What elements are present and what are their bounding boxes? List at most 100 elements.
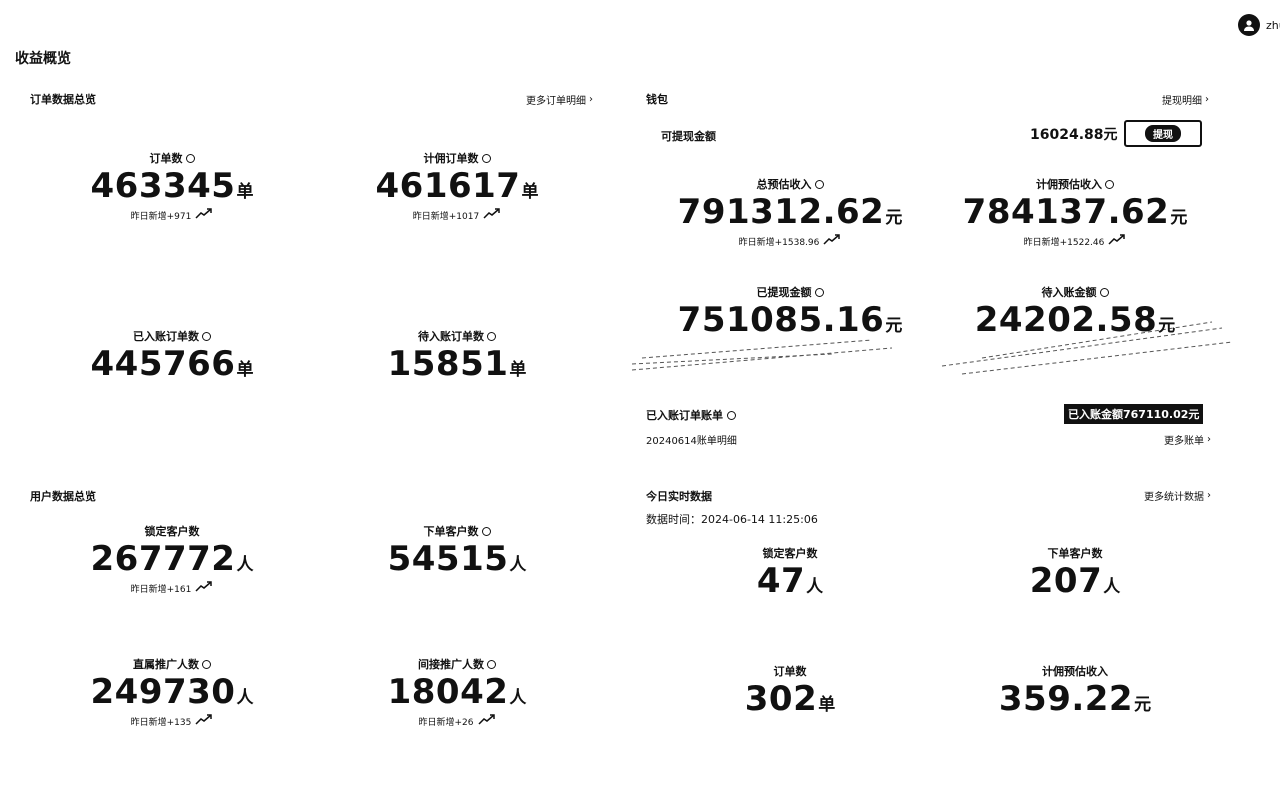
more-bills-link[interactable]: 更多账单 ›	[1164, 432, 1211, 447]
stat-value: 445766	[90, 344, 236, 384]
info-icon[interactable]	[814, 179, 824, 189]
withdrawable-label: 可提现金额	[661, 130, 716, 143]
trend-up-icon	[477, 714, 496, 728]
chevron-right-icon: ›	[589, 94, 593, 105]
stat-unit: 元	[1170, 208, 1188, 228]
stat-label: 间接推广人数	[418, 658, 484, 671]
user-menu[interactable]: zhu	[1238, 14, 1280, 36]
stat-unit: 元	[885, 316, 903, 336]
stat-value: 463345	[90, 166, 236, 206]
stat-today-orders: 订单数 302 单	[640, 663, 940, 719]
avatar[interactable]	[1238, 14, 1260, 36]
info-icon[interactable]	[487, 659, 496, 669]
stat-unit: 人	[236, 688, 254, 708]
yesterday-increase: 昨日新增+1017	[412, 211, 480, 222]
user-icon	[1244, 20, 1254, 31]
stat-unit: 人	[236, 555, 254, 575]
stat-commission-estimated-income: 计佣预估收入 784137.62 元 昨日新增+1522.46	[925, 176, 1225, 248]
stat-settled-order-count: 已入账订单数 445766 单	[22, 328, 322, 384]
wallet-section-title: 钱包	[646, 93, 668, 106]
chevron-right-icon: ›	[1207, 434, 1211, 445]
stat-value: 751085.16	[677, 300, 885, 340]
info-icon[interactable]	[1099, 287, 1109, 297]
stat-value: 15851	[387, 344, 509, 384]
stat-label: 锁定客户数	[144, 525, 200, 538]
more-order-details-link[interactable]: 更多订单明细 ›	[526, 92, 593, 107]
yesterday-increase: 昨日新增+1538.96	[738, 237, 820, 248]
withdrawable-amount: 16024.88元	[1030, 127, 1118, 143]
stat-unit: 人	[806, 577, 824, 597]
bill-detail-link[interactable]: 20240614账单明细	[646, 432, 737, 447]
stat-label: 计佣订单数	[423, 152, 479, 165]
stat-unit: 单	[818, 695, 836, 715]
settled-bill-title: 已入账订单账单	[646, 407, 736, 423]
withdraw-details-label: 提现明细	[1162, 96, 1202, 107]
stat-value: 461617	[375, 166, 521, 206]
info-icon[interactable]	[727, 410, 736, 420]
stat-pending-amount: 待入账金额 24202.58 元	[925, 284, 1225, 340]
data-time-value: 2024-06-14 11:25:06	[701, 513, 818, 526]
stat-unit: 单	[509, 360, 527, 380]
order-section-title: 订单数据总览	[30, 93, 96, 106]
stat-unit: 单	[521, 182, 539, 202]
yesterday-increase: 昨日新增+135	[130, 717, 192, 728]
stat-unit: 单	[236, 182, 254, 202]
stat-value: 24202.58	[974, 300, 1158, 340]
stat-unit: 人	[509, 688, 527, 708]
stat-today-commission-income: 计佣预估收入 359.22 元	[925, 663, 1225, 719]
trend-up-icon	[1108, 234, 1126, 248]
user-section-title: 用户数据总览	[30, 490, 96, 503]
withdraw-details-link[interactable]: 提现明细 ›	[1162, 92, 1209, 107]
stat-label: 待入账金额	[1041, 286, 1097, 299]
stat-unit: 人	[509, 555, 527, 575]
stat-label: 计佣预估收入	[1036, 178, 1102, 191]
trend-up-icon	[195, 714, 213, 728]
stat-value: 302	[744, 679, 818, 719]
stat-label: 已提现金额	[756, 286, 812, 299]
info-icon[interactable]	[1105, 179, 1114, 189]
info-icon[interactable]	[481, 526, 491, 536]
stat-ordering-customers: 下单客户数 54515 人	[307, 523, 607, 579]
stat-locked-customers: 锁定客户数 267772 人 昨日新增+161	[22, 523, 322, 595]
stat-unit: 元	[885, 208, 903, 228]
stat-value: 18042	[387, 672, 509, 712]
stat-unit: 单	[236, 360, 254, 380]
stat-today-locked-customers: 锁定客户数 47 人	[640, 545, 940, 601]
stat-value: 791312.62	[677, 192, 885, 232]
data-time: 数据时间：2024-06-14 11:25:06	[646, 511, 818, 527]
more-stats-label: 更多统计数据	[1144, 492, 1204, 503]
stat-label: 直属推广人数	[133, 658, 199, 671]
yesterday-increase: 昨日新增+161	[130, 584, 192, 595]
stat-pending-order-count: 待入账订单数 15851 单	[307, 328, 607, 384]
withdraw-button-label: 提现	[1145, 125, 1181, 142]
settled-bill-title-text: 已入账订单账单	[646, 409, 723, 422]
info-icon[interactable]	[481, 153, 491, 163]
stat-value: 207	[1029, 561, 1103, 601]
info-icon[interactable]	[185, 153, 195, 163]
info-icon[interactable]	[202, 659, 211, 669]
stat-value: 47	[756, 561, 806, 601]
stat-order-count: 订单数 463345 单 昨日新增+971	[22, 150, 322, 222]
yesterday-increase: 昨日新增+1522.46	[1023, 237, 1105, 248]
info-icon[interactable]	[202, 331, 211, 341]
stat-label: 已入账订单数	[133, 330, 199, 343]
page-title: 收益概览	[15, 51, 71, 67]
info-icon[interactable]	[814, 287, 824, 297]
trend-up-icon	[195, 581, 213, 595]
username: zhu	[1266, 18, 1280, 32]
realtime-section-title: 今日实时数据	[646, 490, 712, 503]
data-time-label: 数据时间：	[646, 513, 701, 526]
more-stats-link[interactable]: 更多统计数据 ›	[1144, 488, 1211, 503]
stat-value: 359.22	[998, 679, 1134, 719]
info-icon[interactable]	[487, 331, 496, 341]
stat-withdrawn-amount: 已提现金额 751085.16 元	[640, 284, 940, 340]
stat-total-estimated-income: 总预估收入 791312.62 元 昨日新增+1538.96	[640, 176, 940, 248]
stat-unit: 人	[1103, 577, 1121, 597]
stat-indirect-promoters: 间接推广人数 18042 人 昨日新增+26	[307, 656, 607, 728]
yesterday-increase: 昨日新增+971	[130, 211, 192, 222]
stat-unit: 元	[1134, 695, 1152, 715]
stat-unit: 元	[1158, 316, 1176, 336]
withdraw-button[interactable]: 提现	[1124, 120, 1202, 147]
stat-label: 锁定客户数	[762, 547, 818, 560]
stat-today-ordering-customers: 下单客户数 207 人	[925, 545, 1225, 601]
